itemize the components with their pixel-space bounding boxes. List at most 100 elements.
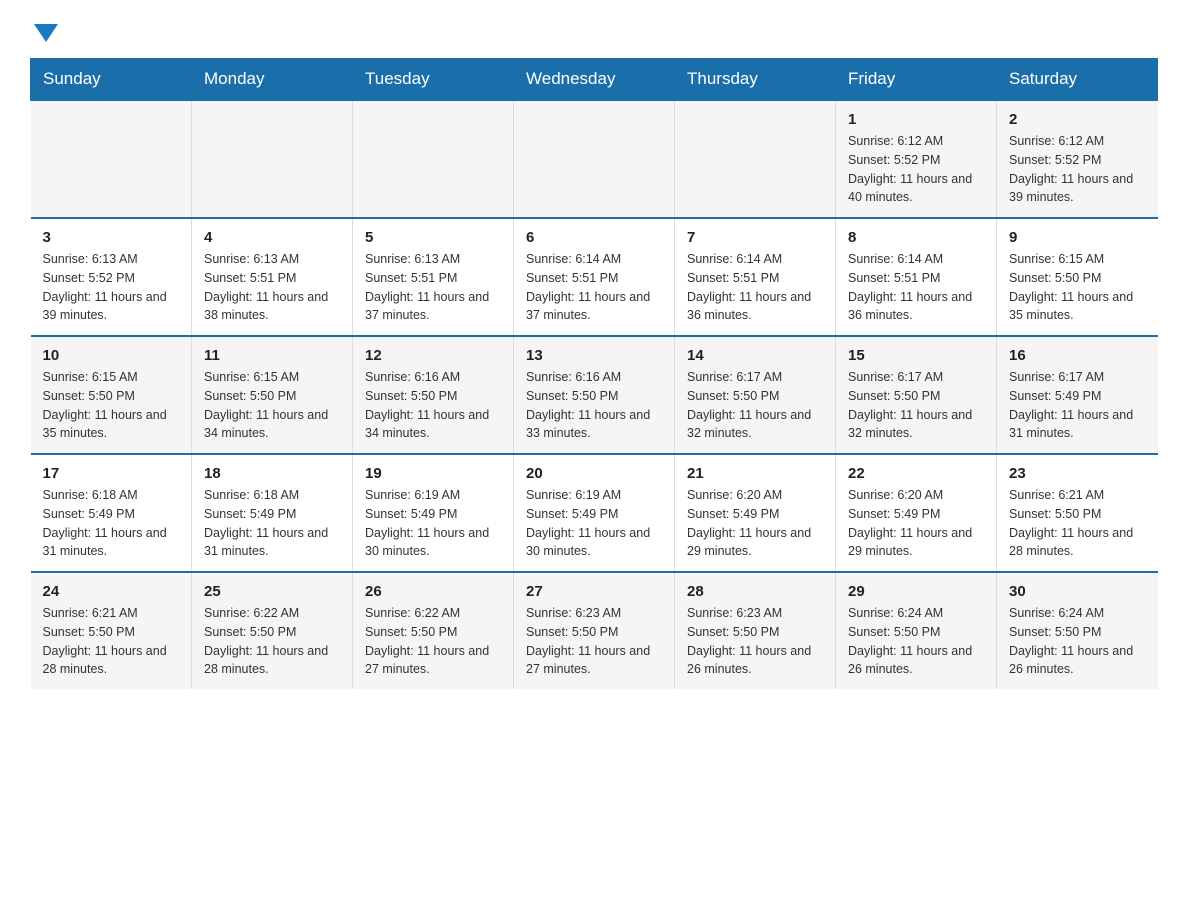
day-number: 11 xyxy=(204,347,340,364)
day-number: 20 xyxy=(526,465,662,482)
day-number: 26 xyxy=(365,583,501,600)
day-number: 27 xyxy=(526,583,662,600)
day-info: Sunrise: 6:24 AM Sunset: 5:50 PM Dayligh… xyxy=(1009,604,1146,679)
day-info: Sunrise: 6:19 AM Sunset: 5:49 PM Dayligh… xyxy=(365,486,501,561)
day-info: Sunrise: 6:15 AM Sunset: 5:50 PM Dayligh… xyxy=(43,368,180,443)
calendar-cell: 9 Sunrise: 6:15 AM Sunset: 5:50 PM Daylig… xyxy=(997,218,1158,336)
day-number: 1 xyxy=(848,111,984,128)
calendar-cell: 5 Sunrise: 6:13 AM Sunset: 5:51 PM Daylig… xyxy=(353,218,514,336)
calendar-cell: 21 Sunrise: 6:20 AM Sunset: 5:49 PM Dayli… xyxy=(675,454,836,572)
day-info: Sunrise: 6:15 AM Sunset: 5:50 PM Dayligh… xyxy=(1009,250,1146,325)
day-info: Sunrise: 6:13 AM Sunset: 5:52 PM Dayligh… xyxy=(43,250,180,325)
day-info: Sunrise: 6:23 AM Sunset: 5:50 PM Dayligh… xyxy=(687,604,823,679)
calendar-cell xyxy=(514,100,675,218)
day-number: 22 xyxy=(848,465,984,482)
day-info: Sunrise: 6:13 AM Sunset: 5:51 PM Dayligh… xyxy=(204,250,340,325)
day-number: 2 xyxy=(1009,111,1146,128)
day-number: 5 xyxy=(365,229,501,246)
calendar-cell: 2Sunrise: 6:12 AM Sunset: 5:52 PM Daylig… xyxy=(997,100,1158,218)
calendar-cell: 13 Sunrise: 6:16 AM Sunset: 5:50 PM Dayli… xyxy=(514,336,675,454)
calendar-cell: 22 Sunrise: 6:20 AM Sunset: 5:49 PM Dayli… xyxy=(836,454,997,572)
day-info: Sunrise: 6:20 AM Sunset: 5:49 PM Dayligh… xyxy=(687,486,823,561)
calendar-cell: 10 Sunrise: 6:15 AM Sunset: 5:50 PM Dayli… xyxy=(31,336,192,454)
calendar-cell: 25Sunrise: 6:22 AM Sunset: 5:50 PM Dayli… xyxy=(192,572,353,689)
weekday-header-saturday: Saturday xyxy=(997,59,1158,101)
day-number: 15 xyxy=(848,347,984,364)
day-info: Sunrise: 6:17 AM Sunset: 5:49 PM Dayligh… xyxy=(1009,368,1146,443)
day-number: 28 xyxy=(687,583,823,600)
weekday-header-row: SundayMondayTuesdayWednesdayThursdayFrid… xyxy=(31,59,1158,101)
day-info: Sunrise: 6:20 AM Sunset: 5:49 PM Dayligh… xyxy=(848,486,984,561)
calendar-cell: 26Sunrise: 6:22 AM Sunset: 5:50 PM Dayli… xyxy=(353,572,514,689)
calendar-cell: 8Sunrise: 6:14 AM Sunset: 5:51 PM Daylig… xyxy=(836,218,997,336)
day-number: 29 xyxy=(848,583,984,600)
calendar-cell: 6 Sunrise: 6:14 AM Sunset: 5:51 PM Daylig… xyxy=(514,218,675,336)
calendar-cell: 15 Sunrise: 6:17 AM Sunset: 5:50 PM Dayli… xyxy=(836,336,997,454)
calendar-week-row: 3 Sunrise: 6:13 AM Sunset: 5:52 PM Daylig… xyxy=(31,218,1158,336)
calendar-cell: 7Sunrise: 6:14 AM Sunset: 5:51 PM Daylig… xyxy=(675,218,836,336)
day-number: 14 xyxy=(687,347,823,364)
weekday-header-thursday: Thursday xyxy=(675,59,836,101)
day-info: Sunrise: 6:17 AM Sunset: 5:50 PM Dayligh… xyxy=(848,368,984,443)
calendar-cell: 29 Sunrise: 6:24 AM Sunset: 5:50 PM Dayli… xyxy=(836,572,997,689)
calendar-cell: 14 Sunrise: 6:17 AM Sunset: 5:50 PM Dayli… xyxy=(675,336,836,454)
calendar-cell: 27 Sunrise: 6:23 AM Sunset: 5:50 PM Dayli… xyxy=(514,572,675,689)
calendar-cell xyxy=(192,100,353,218)
calendar-cell: 17Sunrise: 6:18 AM Sunset: 5:49 PM Dayli… xyxy=(31,454,192,572)
day-number: 10 xyxy=(43,347,180,364)
day-info: Sunrise: 6:24 AM Sunset: 5:50 PM Dayligh… xyxy=(848,604,984,679)
calendar-cell xyxy=(353,100,514,218)
day-number: 16 xyxy=(1009,347,1146,364)
logo-arrow-icon xyxy=(34,24,58,42)
day-number: 6 xyxy=(526,229,662,246)
day-info: Sunrise: 6:21 AM Sunset: 5:50 PM Dayligh… xyxy=(43,604,180,679)
day-info: Sunrise: 6:13 AM Sunset: 5:51 PM Dayligh… xyxy=(365,250,501,325)
day-info: Sunrise: 6:23 AM Sunset: 5:50 PM Dayligh… xyxy=(526,604,662,679)
page-header xyxy=(30,20,1158,38)
calendar-cell: 3 Sunrise: 6:13 AM Sunset: 5:52 PM Daylig… xyxy=(31,218,192,336)
calendar-cell: 24 Sunrise: 6:21 AM Sunset: 5:50 PM Dayli… xyxy=(31,572,192,689)
calendar-cell: 18 Sunrise: 6:18 AM Sunset: 5:49 PM Dayli… xyxy=(192,454,353,572)
calendar-cell: 30 Sunrise: 6:24 AM Sunset: 5:50 PM Dayli… xyxy=(997,572,1158,689)
calendar-cell: 23Sunrise: 6:21 AM Sunset: 5:50 PM Dayli… xyxy=(997,454,1158,572)
calendar-cell: 20Sunrise: 6:19 AM Sunset: 5:49 PM Dayli… xyxy=(514,454,675,572)
calendar-week-row: 24 Sunrise: 6:21 AM Sunset: 5:50 PM Dayli… xyxy=(31,572,1158,689)
day-number: 7 xyxy=(687,229,823,246)
day-number: 23 xyxy=(1009,465,1146,482)
calendar-week-row: 17 Sunrise: 6:18 AM Sunset: 5:49 PM Dayli… xyxy=(31,454,1158,572)
weekday-header-wednesday: Wednesday xyxy=(514,59,675,101)
day-number: 30 xyxy=(1009,583,1146,600)
day-number: 24 xyxy=(43,583,180,600)
weekday-header-monday: Monday xyxy=(192,59,353,101)
day-number: 18 xyxy=(204,465,340,482)
day-info: Sunrise: 6:17 AM Sunset: 5:50 PM Dayligh… xyxy=(687,368,823,443)
day-info: Sunrise: 6:15 AM Sunset: 5:50 PM Dayligh… xyxy=(204,368,340,443)
day-info: Sunrise: 6:14 AM Sunset: 5:51 PM Dayligh… xyxy=(526,250,662,325)
day-number: 25 xyxy=(204,583,340,600)
calendar-cell xyxy=(31,100,192,218)
day-number: 17 xyxy=(43,465,180,482)
calendar-cell xyxy=(675,100,836,218)
day-info: Sunrise: 6:18 AM Sunset: 5:49 PM Dayligh… xyxy=(204,486,340,561)
day-number: 13 xyxy=(526,347,662,364)
calendar-week-row: 10 Sunrise: 6:15 AM Sunset: 5:50 PM Dayli… xyxy=(31,336,1158,454)
weekday-header-sunday: Sunday xyxy=(31,59,192,101)
day-number: 4 xyxy=(204,229,340,246)
calendar-cell: 28 Sunrise: 6:23 AM Sunset: 5:50 PM Dayli… xyxy=(675,572,836,689)
calendar-cell: 1 Sunrise: 6:12 AM Sunset: 5:52 PM Daylig… xyxy=(836,100,997,218)
day-number: 19 xyxy=(365,465,501,482)
weekday-header-tuesday: Tuesday xyxy=(353,59,514,101)
calendar-week-row: 1 Sunrise: 6:12 AM Sunset: 5:52 PM Daylig… xyxy=(31,100,1158,218)
day-info: Sunrise: 6:12 AM Sunset: 5:52 PM Dayligh… xyxy=(848,132,984,207)
logo xyxy=(30,20,58,38)
day-number: 3 xyxy=(43,229,180,246)
day-number: 9 xyxy=(1009,229,1146,246)
calendar-cell: 4 Sunrise: 6:13 AM Sunset: 5:51 PM Daylig… xyxy=(192,218,353,336)
calendar-cell: 19 Sunrise: 6:19 AM Sunset: 5:49 PM Dayli… xyxy=(353,454,514,572)
day-info: Sunrise: 6:16 AM Sunset: 5:50 PM Dayligh… xyxy=(526,368,662,443)
day-info: Sunrise: 6:14 AM Sunset: 5:51 PM Dayligh… xyxy=(848,250,984,325)
calendar-table: SundayMondayTuesdayWednesdayThursdayFrid… xyxy=(30,58,1158,689)
day-number: 12 xyxy=(365,347,501,364)
calendar-cell: 11 Sunrise: 6:15 AM Sunset: 5:50 PM Dayli… xyxy=(192,336,353,454)
day-number: 21 xyxy=(687,465,823,482)
